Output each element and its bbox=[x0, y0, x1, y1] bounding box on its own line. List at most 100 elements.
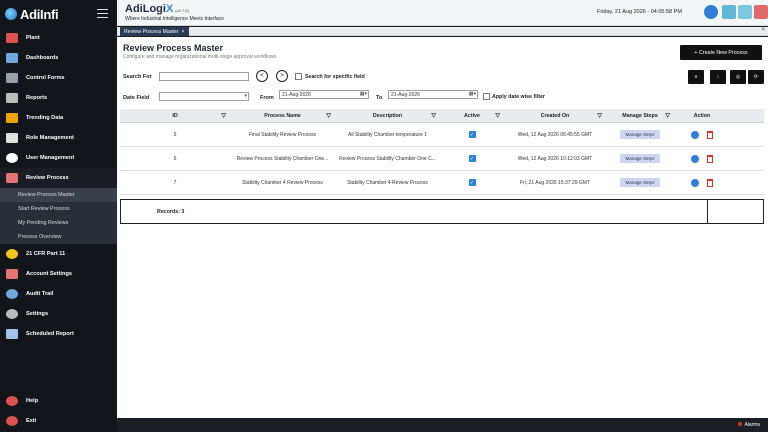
footer-divider bbox=[707, 200, 708, 223]
filter-icon[interactable]: ▽ bbox=[597, 112, 602, 119]
sidebar-nav: Plant Dashboards Control Forms Reports T… bbox=[0, 28, 117, 344]
sidebar-item-settings[interactable]: Settings bbox=[0, 304, 117, 324]
calendar-icon[interactable]: ▦▾ bbox=[360, 91, 367, 97]
cell-manage-steps: Manage Steps bbox=[606, 171, 674, 194]
cell-active: ✓ bbox=[440, 123, 504, 146]
sidebar-item-account-settings[interactable]: Account Settings bbox=[0, 264, 117, 284]
grid-header: ID ▽ Process Name ▽ Description ▽ Active ▽ C… bbox=[120, 109, 764, 123]
manage-steps-button[interactable]: Manage Steps bbox=[620, 178, 660, 187]
table-row[interactable]: 7 Stability Chamber 4 Review Process Sta… bbox=[120, 171, 764, 195]
sidebar-item-plant[interactable]: Plant bbox=[0, 28, 117, 48]
manage-steps-button[interactable]: Manage Steps bbox=[620, 154, 660, 163]
cell-action bbox=[674, 123, 730, 146]
tab-review-process-master[interactable]: Review Process Master × bbox=[120, 27, 189, 36]
active-checkbox[interactable]: ✓ bbox=[468, 155, 476, 162]
from-date-input[interactable]: 21-Aug-2026 ▦▾ bbox=[279, 90, 369, 99]
col-id[interactable]: ID ▽ bbox=[120, 109, 230, 122]
calendar-icon[interactable]: ▦▾ bbox=[469, 91, 476, 97]
tab-close-icon[interactable]: × bbox=[181, 29, 184, 35]
col-description[interactable]: Description ▽ bbox=[335, 109, 440, 122]
table-row[interactable]: 6 Review Process Stability Chamber One..… bbox=[120, 147, 764, 171]
date-field-label: Date Field bbox=[123, 95, 150, 101]
review-process-icon bbox=[6, 173, 18, 183]
cell-description: Stability Chamber 4 Review Process bbox=[347, 179, 428, 186]
gear-icon[interactable] bbox=[691, 130, 699, 139]
submenu-start-review-process[interactable]: Start Review Process bbox=[0, 202, 117, 216]
sidebar-item-scheduled-report[interactable]: Scheduled Report bbox=[0, 324, 117, 344]
notification-bell-icon[interactable] bbox=[704, 5, 718, 19]
cell-process-name: Review Process Stability Chamber One... bbox=[236, 155, 329, 162]
cell-manage-steps: Manage Steps bbox=[606, 147, 674, 170]
close-all-tabs-icon[interactable]: × bbox=[761, 27, 765, 33]
cell-created-on: Wed, 12 Aug 2026 10:12:03 GMT bbox=[517, 155, 593, 162]
next-button[interactable]: > bbox=[276, 70, 288, 82]
sidebar-item-review-process[interactable]: Review Process bbox=[0, 168, 117, 188]
specific-field-checkbox[interactable] bbox=[295, 73, 302, 80]
account-icon bbox=[6, 269, 18, 279]
logo-text: AdiInfi bbox=[20, 6, 59, 22]
filter-icon[interactable]: ▽ bbox=[495, 112, 500, 119]
cell-created-on: Wed, 12 Aug 2026 06:45:55 GMT bbox=[517, 131, 593, 138]
user-icon bbox=[6, 153, 18, 163]
search-input[interactable] bbox=[159, 72, 249, 81]
sidebar-item-exit[interactable]: Exit bbox=[0, 412, 117, 430]
forms-icon bbox=[6, 73, 18, 83]
review-process-submenu: Review Process Master Start Review Proce… bbox=[0, 188, 117, 244]
gear-icon[interactable] bbox=[691, 154, 699, 163]
sidebar-item-reports[interactable]: Reports bbox=[0, 88, 117, 108]
sort-button[interactable]: ↕ bbox=[710, 70, 726, 84]
dashboard-icon bbox=[6, 53, 18, 63]
sidebar-item-role-management[interactable]: Role Management bbox=[0, 128, 117, 148]
status-bar: Alarms bbox=[117, 418, 768, 432]
from-label: From bbox=[260, 95, 274, 101]
filter-icon[interactable]: ◎ bbox=[730, 70, 746, 84]
active-checkbox[interactable]: ✓ bbox=[468, 179, 476, 186]
sidebar-item-21-cfr-part-11[interactable]: 21 CFR Part 11 bbox=[0, 244, 117, 264]
hamburger-menu-icon[interactable] bbox=[97, 9, 108, 18]
active-checkbox[interactable]: ✓ bbox=[468, 131, 476, 138]
table-row[interactable]: 5 Final Stability Review Process All Sta… bbox=[120, 123, 764, 147]
create-new-process-button[interactable]: + Create New Process bbox=[680, 45, 762, 60]
collapse-button[interactable]: ∨ bbox=[688, 70, 704, 84]
exit-icon bbox=[6, 416, 18, 426]
to-date-input[interactable]: 21-Aug-2026 ▦▾ bbox=[388, 90, 478, 99]
col-active[interactable]: Active ▽ bbox=[440, 109, 504, 122]
top-bar: AdiLogiX (v2.7.0) Where Industrial Intell… bbox=[117, 0, 768, 26]
search-label: Search For bbox=[123, 74, 152, 80]
filter-icon[interactable]: ▽ bbox=[221, 112, 226, 119]
cell-description: All Stability Chamber temperature 1 bbox=[348, 131, 427, 138]
refresh-icon[interactable]: ⟳ bbox=[748, 70, 764, 84]
alarms-indicator[interactable]: Alarms bbox=[738, 422, 760, 428]
sidebar-item-audit-trail[interactable]: Audit Trail bbox=[0, 284, 117, 304]
trending-icon bbox=[6, 113, 18, 123]
trash-icon[interactable] bbox=[707, 178, 713, 187]
sidebar-item-user-management[interactable]: User Management bbox=[0, 148, 117, 168]
date-field-select[interactable]: ▾ bbox=[159, 92, 249, 101]
cell-id: 5 bbox=[173, 131, 177, 138]
sidebar-item-trending-data[interactable]: Trending Data bbox=[0, 108, 117, 128]
datetime: Friday, 21 Aug 2026 - 04:05:58 PM bbox=[597, 9, 682, 15]
submenu-process-overview[interactable]: Process Overview bbox=[0, 230, 117, 244]
maximize-icon[interactable] bbox=[738, 5, 752, 19]
col-process-name[interactable]: Process Name ▽ bbox=[230, 109, 335, 122]
submenu-review-process-master[interactable]: Review Process Master bbox=[0, 188, 117, 202]
trash-icon[interactable] bbox=[707, 154, 713, 163]
window-icon[interactable] bbox=[722, 5, 736, 19]
date-wise-filter-checkbox[interactable] bbox=[483, 93, 490, 100]
filter-icon[interactable]: ▽ bbox=[431, 112, 436, 119]
filter-icon[interactable]: ▽ bbox=[326, 112, 331, 119]
close-icon[interactable] bbox=[754, 5, 768, 19]
sidebar-item-help[interactable]: Help bbox=[0, 392, 117, 410]
trash-icon[interactable] bbox=[707, 130, 713, 139]
sidebar-item-dashboards[interactable]: Dashboards bbox=[0, 48, 117, 68]
submenu-my-pending-reviews[interactable]: My Pending Reviews bbox=[0, 216, 117, 230]
cell-id: 7 bbox=[173, 179, 177, 186]
col-manage-steps[interactable]: Manage Steps ▽ bbox=[606, 109, 674, 122]
scheduled-report-icon bbox=[6, 329, 18, 339]
manage-steps-button[interactable]: Manage Steps bbox=[620, 130, 660, 139]
col-created-on[interactable]: Created On ▽ bbox=[504, 109, 606, 122]
filter-icon[interactable]: ▽ bbox=[665, 112, 670, 119]
prev-button[interactable]: < bbox=[256, 70, 268, 82]
sidebar-item-control-forms[interactable]: Control Forms bbox=[0, 68, 117, 88]
gear-icon[interactable] bbox=[691, 178, 699, 187]
